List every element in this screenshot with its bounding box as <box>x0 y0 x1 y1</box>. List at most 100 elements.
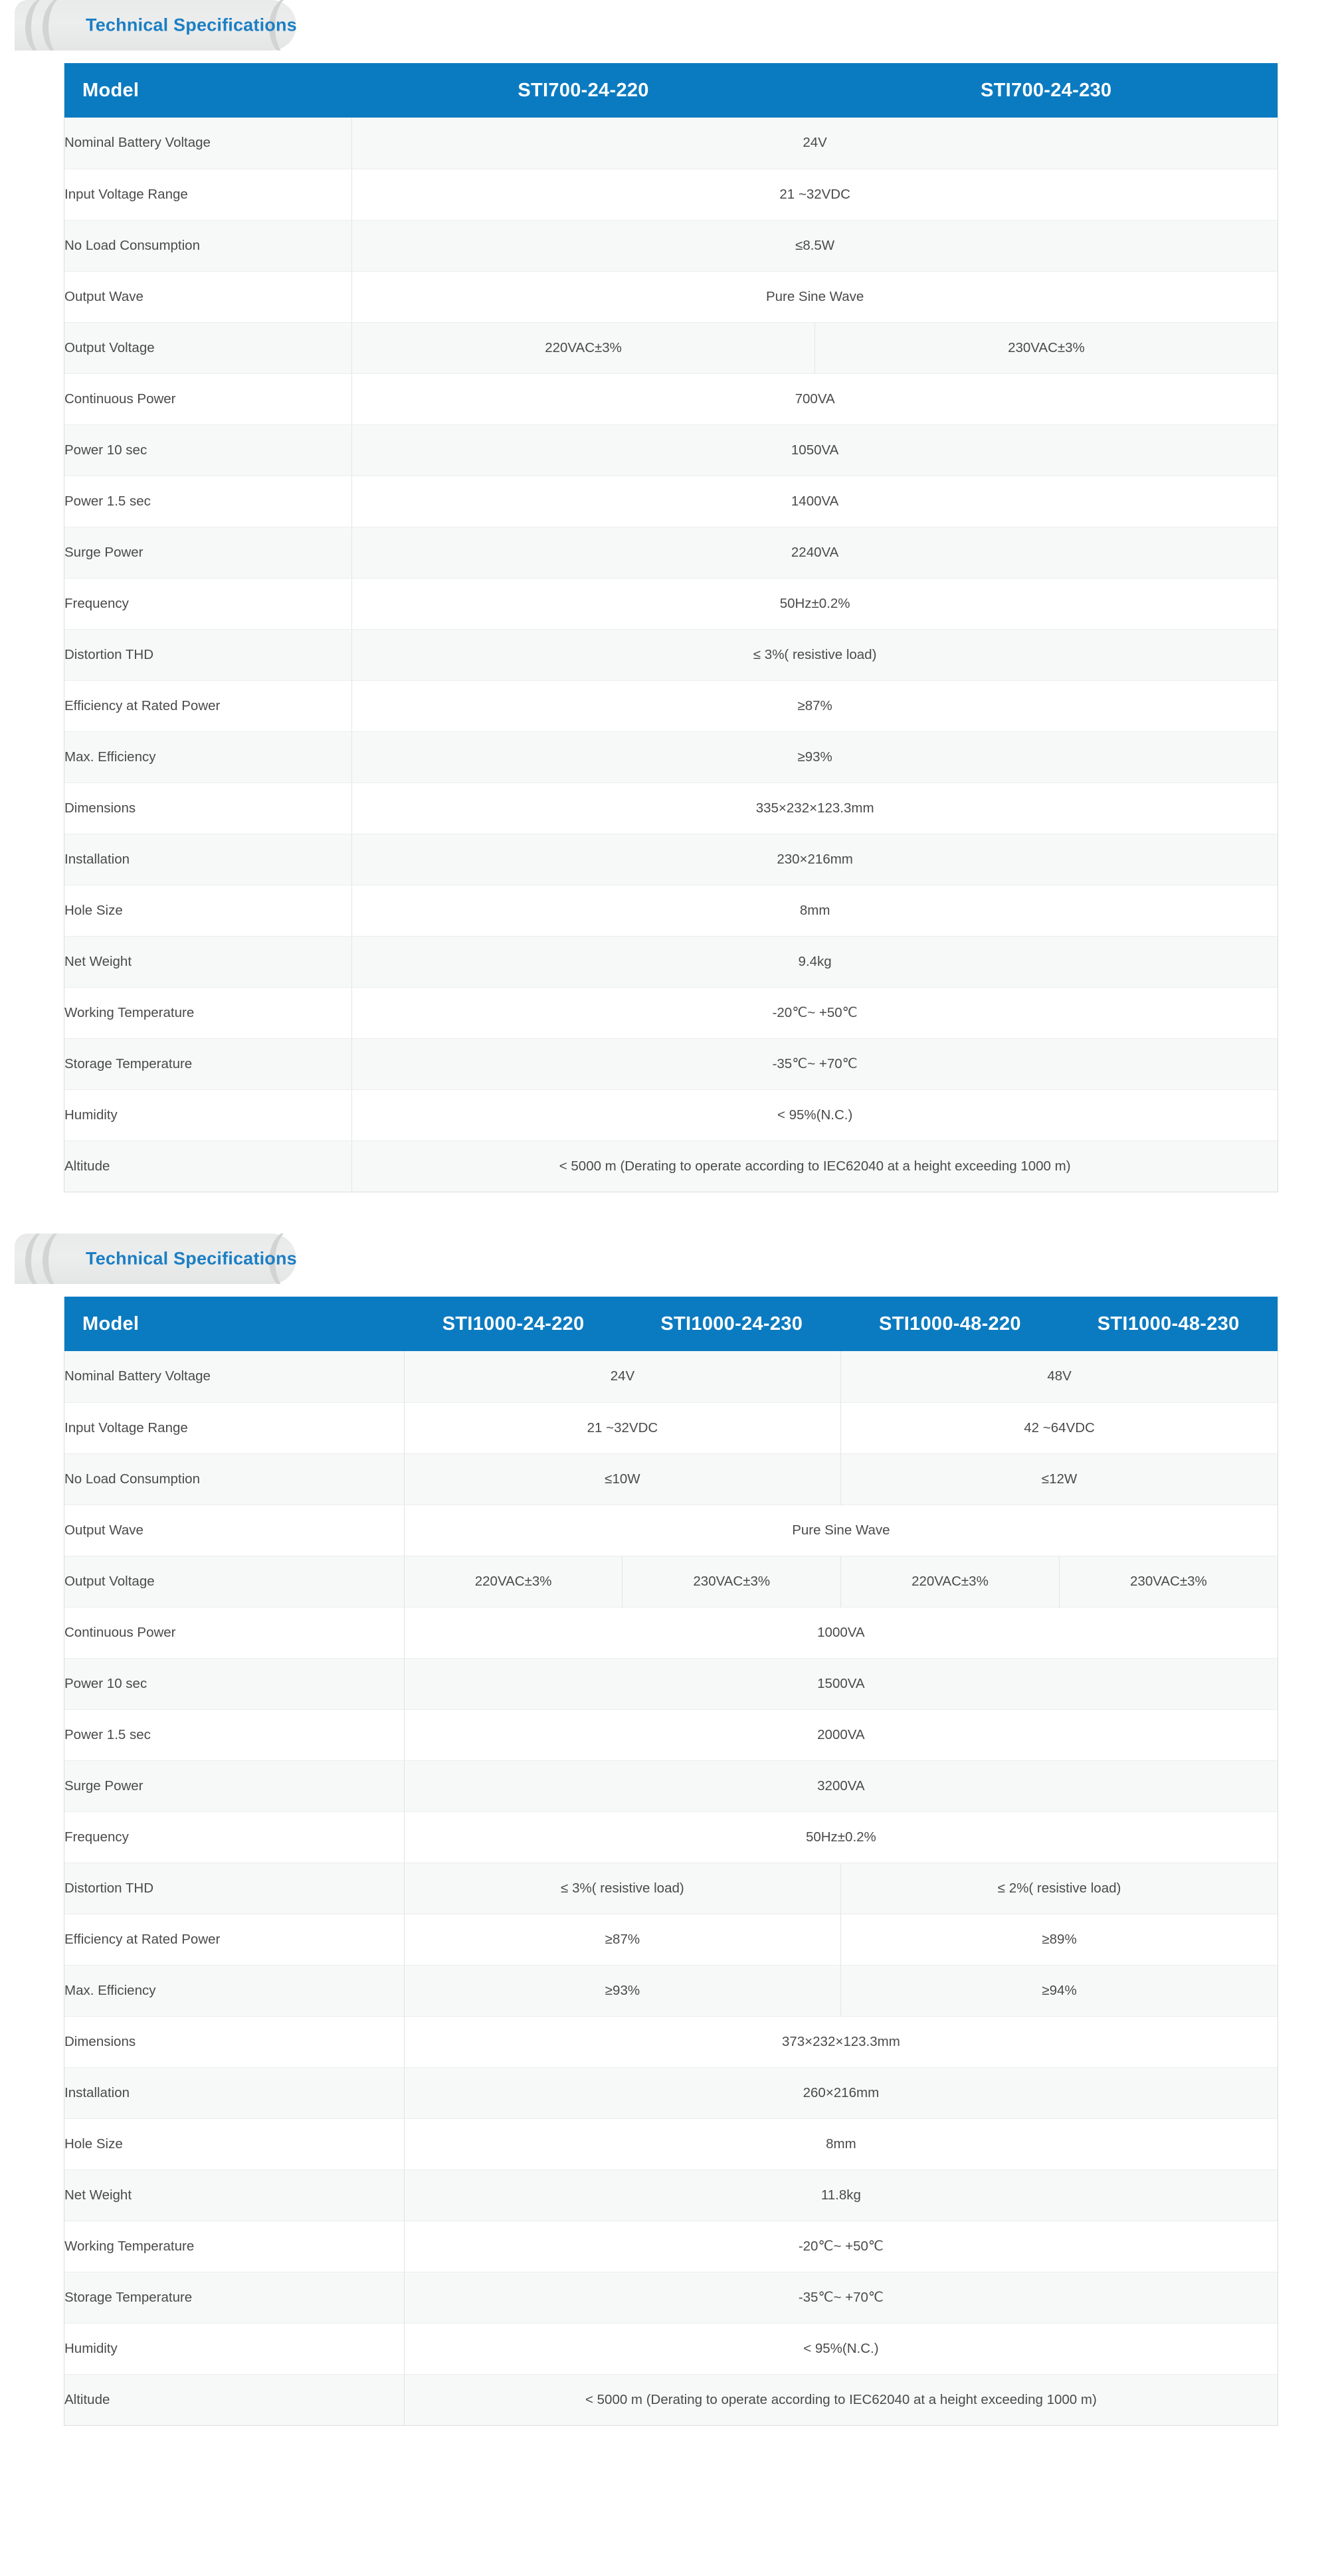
spec-label: Surge Power <box>64 1760 405 1811</box>
spec-value: ≤10W <box>404 1453 841 1505</box>
spec-label: Efficiency at Rated Power <box>64 680 353 731</box>
table-row: Storage Temperature -35℃~ +70℃ <box>64 2271 1278 2323</box>
spec-value: ≥93% <box>351 731 1278 782</box>
header-row: Model STI1000-24-220 STI1000-24-230 STI1000… <box>64 1297 1278 1351</box>
spec-label: Output Wave <box>64 1504 405 1556</box>
spec-label: Surge Power <box>64 526 353 578</box>
spec-value: 1000VA <box>404 1606 1278 1658</box>
spec-value: 24V <box>351 118 1278 169</box>
table-row: Distortion THD ≤ 3%( resistive load) ≤ 2%(… <box>64 1862 1278 1914</box>
spec-value: 230×216mm <box>351 833 1278 885</box>
table-row: Dimensions 373×232×123.3mm <box>64 2015 1278 2067</box>
table-header: Model STI1000-24-220 STI1000-24-230 STI1000… <box>64 1297 1278 1351</box>
spec-label: Storage Temperature <box>64 1038 353 1089</box>
spec-value: ≤8.5W <box>351 219 1278 271</box>
spec-value: 230VAC±3% <box>622 1555 841 1607</box>
spec-label: Power 10 sec <box>64 1657 405 1709</box>
spec-label: Installation <box>64 833 353 885</box>
spec-label: Installation <box>64 2067 405 2118</box>
section-title: Technical Specifications <box>86 1248 297 1269</box>
table-row: Power 1.5 sec 2000VA <box>64 1708 1278 1760</box>
spec-label: Humidity <box>64 2322 405 2374</box>
specifications-table: Model STI1000-24-220 STI1000-24-230 STI1000… <box>64 1297 1278 2425</box>
spec-sheet-page: Technical Specifications Model STI700-24-2… <box>0 0 1342 2448</box>
spec-label: Hole Size <box>64 884 353 936</box>
spec-value: ≥94% <box>840 1964 1278 2016</box>
spec-value: ≥87% <box>404 1913 841 1965</box>
spec-label: Nominal Battery Voltage <box>64 118 353 169</box>
table-row: Working Temperature -20℃~ +50℃ <box>64 2220 1278 2272</box>
spec-label: Input Voltage Range <box>64 1402 405 1453</box>
table-row: Nominal Battery Voltage 24V 48V <box>64 1351 1278 1402</box>
spec-label: Nominal Battery Voltage <box>64 1351 405 1402</box>
spec-label: Altitude <box>64 2373 405 2425</box>
spec-value: -35℃~ +70℃ <box>351 1038 1278 1089</box>
spec-table-container: Model STI700-24-220 STI700-24-230 Nominal B… <box>64 63 1278 1192</box>
table-row: Surge Power 2240VA <box>64 526 1278 578</box>
spec-label: Power 1.5 sec <box>64 1708 405 1760</box>
technical-specifications-tab: Technical Specifications <box>15 0 297 50</box>
spec-value: < 5000 m (Derating to operate according … <box>351 1140 1278 1192</box>
spec-label: Frequency <box>64 577 353 629</box>
spec-value: 21 ~32VDC <box>404 1402 841 1453</box>
spec-label: Output Voltage <box>64 1555 405 1607</box>
table-row: Working Temperature -20℃~ +50℃ <box>64 986 1278 1038</box>
spec-table-container: Model STI1000-24-220 STI1000-24-230 STI1000… <box>64 1297 1278 2426</box>
spec-value: 9.4kg <box>351 935 1278 987</box>
spec-value: 42 ~64VDC <box>840 1402 1278 1453</box>
model-name-header: STI1000-48-230 <box>1059 1297 1278 1351</box>
spec-section: Technical Specifications Model STI1000-24-… <box>0 1234 1342 2426</box>
spec-value: 3200VA <box>404 1760 1278 1811</box>
spec-value: Pure Sine Wave <box>351 270 1278 322</box>
table-row: Nominal Battery Voltage 24V <box>64 118 1278 169</box>
table-row: Efficiency at Rated Power ≥87% <box>64 680 1278 731</box>
spec-label: Working Temperature <box>64 2220 405 2272</box>
section-title: Technical Specifications <box>86 15 297 35</box>
model-name-header: STI1000-24-220 <box>404 1297 623 1351</box>
spec-value: 220VAC±3% <box>840 1555 1060 1607</box>
spec-label: Net Weight <box>64 2169 405 2221</box>
table-row: Input Voltage Range 21 ~32VDC <box>64 168 1278 220</box>
spec-value: < 95%(N.C.) <box>351 1089 1278 1141</box>
table-row: Hole Size 8mm <box>64 2118 1278 2169</box>
table-row: Output Wave Pure Sine Wave <box>64 1504 1278 1556</box>
tab-arc-icon <box>43 1234 88 1284</box>
spec-label: Output Voltage <box>64 322 353 373</box>
table-row: Humidity < 95%(N.C.) <box>64 2322 1278 2374</box>
table-row: No Load Consumption ≤8.5W <box>64 219 1278 271</box>
page-bottom-spacer <box>0 2426 1342 2448</box>
spec-value: Pure Sine Wave <box>404 1504 1278 1556</box>
spec-value: 1050VA <box>351 424 1278 476</box>
model-column-header: Model <box>64 63 352 118</box>
spec-label: Continuous Power <box>64 1606 405 1658</box>
spec-label: No Load Consumption <box>64 1453 405 1505</box>
spec-section: Technical Specifications Model STI700-24-2… <box>0 0 1342 1192</box>
model-name-header: STI1000-24-230 <box>622 1297 841 1351</box>
spec-label: Distortion THD <box>64 628 353 680</box>
spec-value: ≤ 2%( resistive load) <box>840 1862 1278 1914</box>
tab-arc-icon <box>43 0 88 50</box>
model-name-header: STI1000-48-220 <box>840 1297 1060 1351</box>
table-row: Continuous Power 700VA <box>64 373 1278 424</box>
spec-value: ≤12W <box>840 1453 1278 1505</box>
table-row: Power 10 sec 1500VA <box>64 1657 1278 1709</box>
table-row: Max. Efficiency ≥93% <box>64 731 1278 782</box>
spec-value: -35℃~ +70℃ <box>404 2271 1278 2323</box>
table-row: Humidity < 95%(N.C.) <box>64 1089 1278 1141</box>
spec-label: Humidity <box>64 1089 353 1141</box>
table-body: Nominal Battery Voltage 24V Input Voltage … <box>64 118 1278 1192</box>
table-row: Hole Size 8mm <box>64 884 1278 936</box>
spec-value: -20℃~ +50℃ <box>351 986 1278 1038</box>
table-header: Model STI700-24-220 STI700-24-230 <box>64 63 1278 118</box>
table-row: Net Weight 11.8kg <box>64 2169 1278 2221</box>
spec-label: Dimensions <box>64 2015 405 2067</box>
spec-label: Max. Efficiency <box>64 731 353 782</box>
table-row: Output Voltage 220VAC±3% 230VAC±3% <box>64 322 1278 373</box>
spec-value: -20℃~ +50℃ <box>404 2220 1278 2272</box>
spec-value: 230VAC±3% <box>814 322 1278 373</box>
specifications-table: Model STI700-24-220 STI700-24-230 Nominal B… <box>64 63 1278 1192</box>
table-row: Net Weight 9.4kg <box>64 935 1278 987</box>
spec-value: 21 ~32VDC <box>351 168 1278 220</box>
table-row: Dimensions 335×232×123.3mm <box>64 782 1278 834</box>
